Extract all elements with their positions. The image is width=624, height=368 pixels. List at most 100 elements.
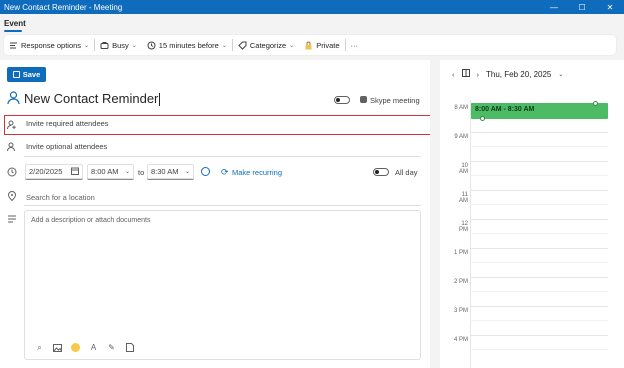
end-time-dropdown[interactable]: 8:30 AM ⌄ bbox=[147, 164, 194, 180]
save-button[interactable]: Save bbox=[7, 67, 46, 82]
hour-label: 2 PM bbox=[453, 279, 468, 285]
hour-line bbox=[470, 161, 608, 162]
more-options-button[interactable]: ··· bbox=[346, 37, 364, 53]
chevron-down-icon: ⌄ bbox=[184, 169, 190, 175]
calendar-header: ‹ › Thu, Feb 20, 2025 ⌄ bbox=[452, 69, 563, 79]
calendar-icon bbox=[71, 167, 79, 177]
hour-label: 9 AM bbox=[454, 134, 468, 140]
chevron-down-icon[interactable]: ⌄ bbox=[558, 71, 563, 78]
start-date-picker[interactable]: 2/20/2025 bbox=[25, 164, 83, 180]
optional-person-icon bbox=[7, 142, 17, 152]
hour-label: 11 AM bbox=[459, 192, 468, 204]
calendar-view-icon[interactable] bbox=[461, 69, 470, 79]
half-hour-line bbox=[470, 262, 608, 263]
hour-label: 4 PM bbox=[453, 337, 468, 343]
text-caret bbox=[159, 93, 161, 107]
field-divider bbox=[24, 205, 421, 206]
hour-line bbox=[470, 277, 608, 278]
save-label: Save bbox=[22, 70, 41, 79]
optional-attendees-field[interactable]: Invite optional attendees bbox=[26, 142, 107, 151]
calendar-event-block[interactable]: 8:00 AM - 8:30 AM bbox=[471, 103, 608, 119]
start-date-value: 2/20/2025 bbox=[29, 167, 63, 176]
toggle-knob bbox=[375, 170, 379, 174]
half-hour-line bbox=[470, 291, 608, 292]
hour-line bbox=[470, 219, 608, 220]
close-button[interactable]: ✕ bbox=[596, 0, 624, 14]
event-resize-handle-bottom[interactable] bbox=[480, 116, 485, 121]
half-hour-line bbox=[470, 146, 608, 147]
event-form: Save New Contact Reminder Skype meeting … bbox=[0, 60, 436, 368]
half-hour-line bbox=[470, 233, 608, 234]
chevron-down-icon: ⌄ bbox=[289, 42, 295, 49]
skype-meeting-label: Skype meeting bbox=[370, 96, 420, 105]
toggle-knob bbox=[336, 98, 340, 102]
attach-icon[interactable]: ⌕ bbox=[35, 343, 44, 352]
chevron-down-icon: ⌄ bbox=[124, 169, 130, 175]
recurring-icon: ⟳ bbox=[221, 167, 229, 177]
half-hour-line bbox=[470, 320, 608, 321]
prev-day-button[interactable]: ‹ bbox=[452, 70, 455, 79]
chevron-down-icon: ⌄ bbox=[221, 42, 227, 49]
event-resize-handle-top[interactable] bbox=[593, 101, 598, 106]
image-icon[interactable] bbox=[53, 343, 62, 352]
more-icon: ··· bbox=[350, 40, 359, 50]
half-hour-line bbox=[470, 349, 608, 350]
window-controls: — ☐ ✕ bbox=[540, 0, 624, 14]
busy-status-dropdown[interactable]: Busy ⌄ bbox=[95, 37, 142, 53]
maximize-button[interactable]: ☐ bbox=[568, 0, 596, 14]
categorize-label: Categorize bbox=[249, 40, 287, 50]
time-grid-edge bbox=[470, 100, 471, 368]
private-button[interactable]: Private bbox=[299, 37, 344, 53]
calendar-date-label[interactable]: Thu, Feb 20, 2025 bbox=[486, 70, 551, 79]
reminder-dropdown[interactable]: 15 minutes before ⌄ bbox=[142, 37, 232, 53]
form-scrollbar[interactable] bbox=[430, 60, 436, 368]
tab-row: Event bbox=[0, 14, 624, 34]
format-text-icon[interactable]: A bbox=[89, 343, 98, 352]
required-attendees-placeholder: Invite required attendees bbox=[26, 119, 109, 128]
field-divider bbox=[24, 156, 421, 157]
skype-meeting-toggle[interactable] bbox=[334, 96, 350, 104]
private-label: Private bbox=[316, 40, 340, 50]
save-icon bbox=[12, 71, 20, 78]
title-bar: New Contact Reminder - Meeting — ☐ ✕ bbox=[0, 0, 624, 14]
hour-line bbox=[470, 190, 608, 191]
hour-label: 8 AM bbox=[454, 105, 468, 111]
pen-icon[interactable]: ✎ bbox=[107, 343, 116, 352]
event-title-input[interactable]: New Contact Reminder bbox=[24, 91, 161, 107]
all-day-toggle[interactable] bbox=[373, 168, 389, 176]
briefcase-icon bbox=[100, 41, 109, 50]
tab-event[interactable]: Event bbox=[4, 19, 26, 28]
to-label: to bbox=[138, 168, 145, 177]
globe-icon[interactable] bbox=[201, 167, 210, 176]
hour-line bbox=[470, 132, 608, 133]
clock-icon bbox=[7, 167, 17, 177]
description-editor[interactable]: Add a description or attach documents ⌕ … bbox=[24, 210, 421, 360]
skype-icon bbox=[360, 96, 367, 103]
response-options-label: Response options bbox=[21, 40, 82, 50]
day-calendar-pane: ‹ › Thu, Feb 20, 2025 ⌄ 8 AM 9 AM 10 AM … bbox=[440, 60, 624, 368]
hour-label: 12 PM bbox=[459, 221, 468, 233]
description-placeholder: Add a description or attach documents bbox=[31, 217, 151, 224]
hour-line bbox=[470, 335, 608, 336]
hour-label: 3 PM bbox=[453, 308, 468, 314]
reminder-label: 15 minutes before bbox=[158, 40, 219, 50]
emoji-icon[interactable] bbox=[71, 343, 80, 352]
hour-line bbox=[470, 306, 608, 307]
document-icon[interactable] bbox=[125, 343, 134, 352]
event-time-label: 8:00 AM - 8:30 AM bbox=[475, 106, 535, 113]
response-options-button[interactable]: Response options ⌄ bbox=[4, 37, 94, 53]
half-hour-line bbox=[470, 204, 608, 205]
start-time-dropdown[interactable]: 8:00 AM ⌄ bbox=[87, 164, 134, 180]
make-recurring-link[interactable]: Make recurring bbox=[232, 168, 282, 177]
add-person-icon bbox=[7, 120, 17, 130]
description-toolbar: ⌕ A ✎ bbox=[35, 343, 134, 352]
person-icon bbox=[7, 91, 20, 105]
busy-label: Busy bbox=[112, 40, 129, 50]
minimize-button[interactable]: — bbox=[540, 0, 568, 14]
tab-selected-indicator bbox=[4, 30, 22, 32]
next-day-button[interactable]: › bbox=[477, 70, 480, 79]
hour-label: 1 PM bbox=[453, 250, 468, 256]
categorize-dropdown[interactable]: Categorize ⌄ bbox=[233, 37, 299, 53]
location-search-input[interactable]: Search for a location bbox=[26, 193, 95, 202]
start-time-value: 8:00 AM bbox=[91, 167, 119, 176]
